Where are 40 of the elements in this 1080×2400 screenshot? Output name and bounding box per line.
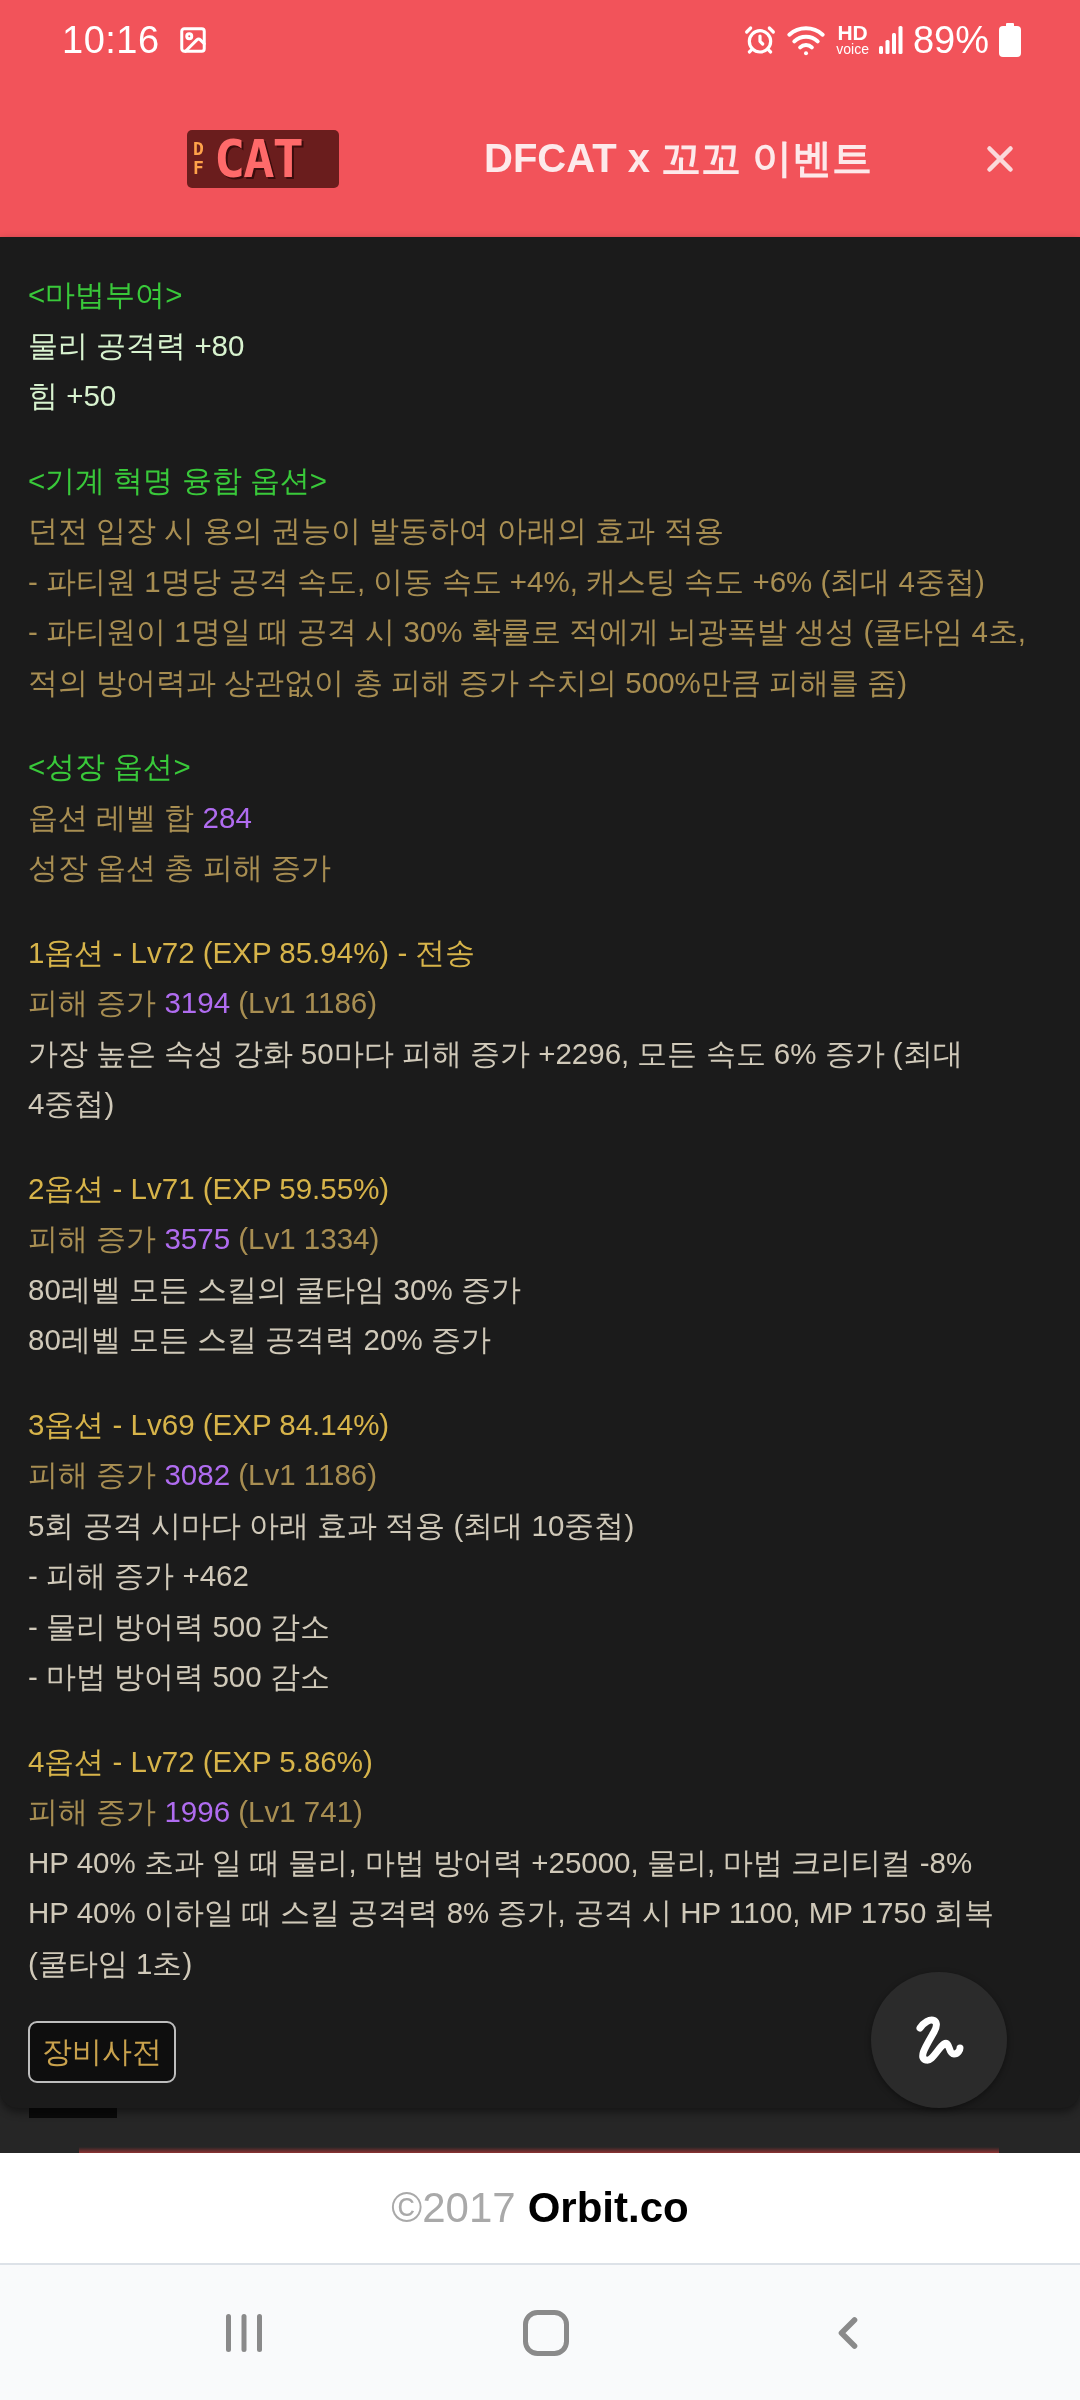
- growth-option-title: 3옵션 - Lv69 (EXP 84.14%): [28, 1406, 390, 1443]
- option-effect-text: 80레벨 모든 스킬 공격력 20% 증가: [28, 1322, 491, 1358]
- option-effect-text: 80레벨 모든 스킬의 쿨타임 30% 증가: [28, 1271, 521, 1308]
- option-effect-text: 가장 높은 속성 강화 50마다 피해 증가 +2296, 모든 속도 6% 증가 (최대 4중첩): [28, 1035, 963, 1122]
- recent-apps-icon: [224, 2311, 264, 2354]
- stat-text: 물리 공격력 +80: [28, 327, 245, 364]
- growth-option-title: 4옵션 - Lv72 (EXP 5.86%): [28, 1743, 373, 1780]
- level-sum-text: 옵션 레벨 합 284: [28, 799, 252, 836]
- damage-increase-text: 피해 증가 3082 (Lv1 1186): [28, 1457, 378, 1493]
- section-heading: <성장 옵션>: [28, 749, 191, 785]
- growth-option-title: 2옵션 - Lv71 (EXP 59.55%): [28, 1170, 390, 1207]
- status-time: 10:16: [62, 18, 160, 62]
- option-text: 성장 옵션 총 피해 증가: [28, 850, 331, 886]
- damage-increase-text: 피해 증가 1996 (Lv1 741): [28, 1794, 363, 1830]
- home-icon: [523, 2309, 569, 2356]
- item-dictionary-button[interactable]: 장비사전: [28, 2021, 176, 2083]
- option-effect-text: - 물리 방어력 500 감소: [28, 1608, 330, 1645]
- option-text: - 파티원이 1명일 때 공격 시 30% 확률로 적에게 뇌광폭발 생성 (쿨타임 4초, 적의 방어력과 상관없이 총 피해 증가 수치의 500%만큼 피해를 줌): [28, 614, 1027, 701]
- damage-increase-text: 피해 증가 3575 (Lv1 1334): [28, 1221, 380, 1257]
- stat-text: 힘 +50: [28, 378, 117, 414]
- growth-option-title: 1옵션 - Lv72 (EXP 85.94%) - 전송: [28, 934, 476, 971]
- brand-text: Orbit.co: [527, 2184, 689, 2232]
- option-text: 던전 입장 시 용의 권능이 발동하여 아래의 효과 적용: [28, 513, 724, 549]
- signal-icon: [878, 26, 903, 54]
- option-effect-text: - 마법 방어력 500 감소: [28, 1659, 330, 1695]
- network-type-label: HD voice: [836, 23, 869, 57]
- option-effect-text: - 피해 증가 +462: [28, 1558, 249, 1594]
- copyright-text: ©2017: [391, 2184, 516, 2232]
- image-icon: [177, 25, 208, 55]
- damage-increase-text: 피해 증가 3194 (Lv1 1186): [28, 985, 378, 1021]
- battery-percent: 89%: [912, 18, 989, 62]
- battery-icon: [999, 23, 1021, 57]
- option-text: - 파티원 1명당 공격 속도, 이동 속도 +4%, 캐스팅 속도 +6% (최대 4중첩): [28, 563, 985, 600]
- header-title: DFCAT x 꼬꼬 이벤트: [484, 135, 873, 182]
- section-heading: <기계 혁명 융합 옵션>: [28, 462, 328, 499]
- section-heading: <마법부여>: [28, 277, 183, 313]
- option-effect-text: 5회 공격 시마다 아래 효과 적용 (최대 10중첩): [28, 1507, 635, 1544]
- alarm-icon: [744, 24, 777, 56]
- option-effect-text: HP 40% 초과 일 때 물리, 마법 방어력 +25000, 물리, 마법 크리티컬 -8%: [28, 1844, 973, 1881]
- option-effect-text: HP 40% 이하일 때 스킬 공격력 8% 증가, 공격 시 HP 1100, MP 1750 회복 (쿨타임 1초): [28, 1895, 995, 1982]
